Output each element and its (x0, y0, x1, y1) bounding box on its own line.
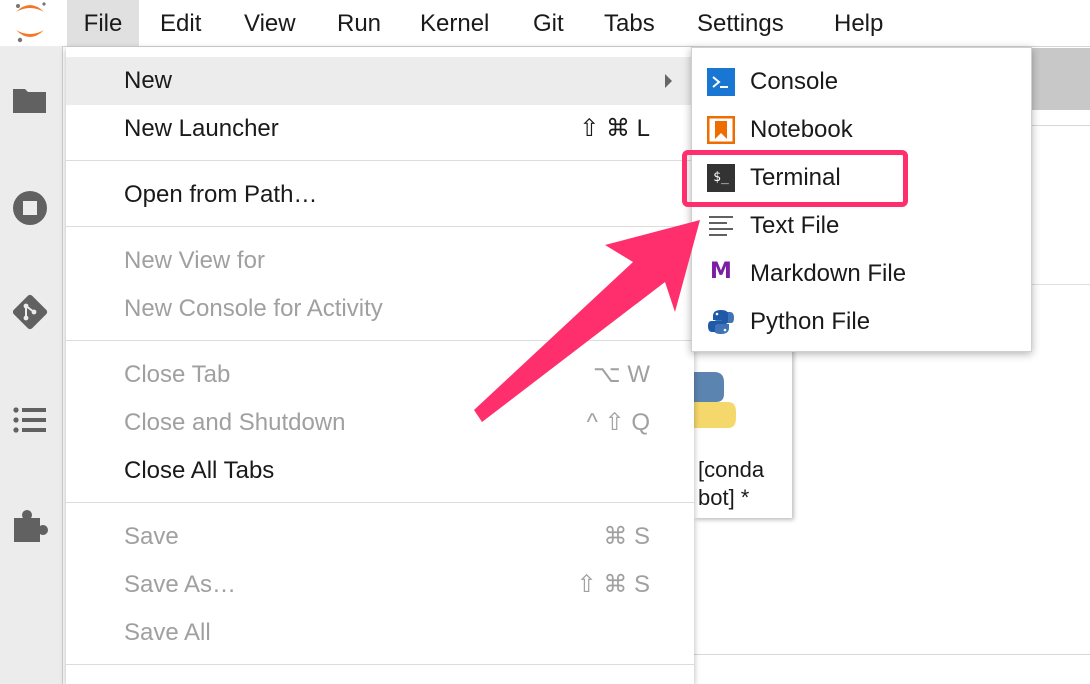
menu-item-label: Close All Tabs (124, 457, 275, 484)
menu-separator (66, 340, 694, 341)
terminal-highlight-box (682, 150, 908, 207)
menu-help[interactable]: Help (834, 0, 883, 46)
notebook-icon (707, 116, 735, 144)
menu-item-label: Save (124, 523, 179, 550)
submenu-item-label: Notebook (750, 116, 853, 143)
markdown-icon: M (710, 259, 732, 284)
menu-item-new[interactable]: New (66, 57, 694, 105)
submenu-item-label: Text File (750, 212, 840, 239)
menu-item-label: New View for (124, 247, 265, 274)
menu-item-label: Close and Shutdown (124, 409, 346, 436)
submenu-item-label: Python File (750, 308, 871, 335)
submenu-item-markdown-file[interactable]: M Markdown File (692, 250, 1031, 298)
menu-item-label: Close Tab (124, 361, 231, 388)
shortcut-label: ⌥ W (593, 361, 650, 388)
chevron-right-icon (665, 74, 672, 88)
menubar: File Edit View Run Kernel Git Tabs Setti… (0, 0, 1090, 47)
file-menu: New New Launcher ⇧ ⌘ L Open from Path… N… (66, 47, 694, 684)
menu-separator (66, 226, 694, 227)
python-icon (708, 310, 734, 334)
folder-icon[interactable] (10, 80, 50, 120)
stop-circle-icon[interactable] (10, 188, 50, 228)
menu-separator (66, 502, 694, 503)
menu-tabs[interactable]: Tabs (604, 0, 655, 46)
background-divider (1032, 125, 1090, 126)
menu-item-close-tab: Close Tab ⌥ W (66, 351, 694, 399)
shortcut-label: ⇧ ⌘ S (576, 571, 650, 598)
menu-item-new-label: New (124, 67, 173, 94)
shortcut-label: ^ ⇧ Q (586, 409, 650, 436)
menu-item-label: Open from Path… (124, 181, 318, 208)
menu-item-label: New Console for Activity (124, 295, 383, 322)
left-sidebar (0, 46, 63, 684)
menu-item-save-all: Save All (66, 609, 694, 657)
menu-kernel[interactable]: Kernel (420, 0, 489, 46)
menu-item-close-and-shutdown: Close and Shutdown ^ ⇧ Q (66, 399, 694, 447)
menu-item-label: New Launcher (124, 115, 279, 142)
menu-item-close-all-tabs[interactable]: Close All Tabs (66, 447, 694, 495)
shortcut-label: ⇧ ⌘ L (579, 115, 650, 142)
background-tab-bar (1032, 48, 1090, 110)
list-icon[interactable] (10, 400, 50, 440)
console-icon (707, 68, 735, 96)
submenu-item-label: Markdown File (750, 260, 907, 287)
puzzle-icon[interactable] (10, 506, 50, 546)
menu-run[interactable]: Run (337, 0, 381, 46)
menu-item-new-console-for-activity: New Console for Activity (66, 285, 694, 333)
launcher-kernel-card[interactable]: [conda bot] * (694, 340, 792, 518)
menu-settings[interactable]: Settings (697, 0, 784, 46)
menu-separator (66, 160, 694, 161)
menu-item-new-launcher[interactable]: New Launcher ⇧ ⌘ L (66, 105, 694, 153)
menu-item-open-from-path[interactable]: Open from Path… (66, 171, 694, 219)
menu-item-new-view-for: New View for (66, 237, 694, 285)
jupyter-logo-icon[interactable] (0, 0, 64, 46)
submenu-item-notebook[interactable]: Notebook (692, 106, 1031, 154)
python-logo-icon (694, 372, 736, 428)
menu-separator (66, 664, 694, 665)
submenu-item-label: Console (750, 68, 839, 95)
menu-item-save-as: Save As… ⇧ ⌘ S (66, 561, 694, 609)
menu-item-label: Save As… (124, 571, 237, 598)
shortcut-label: ⌘ S (603, 523, 650, 550)
kernel-card-label: [conda bot] * (698, 457, 765, 510)
submenu-item-python-file[interactable]: Python File (692, 298, 1031, 346)
submenu-item-text-file[interactable]: Text File (692, 202, 1031, 250)
background-divider (694, 654, 1090, 655)
menu-item-label: Save All (124, 619, 211, 646)
menu-file[interactable]: File (67, 0, 139, 46)
menu-git[interactable]: Git (533, 0, 564, 46)
menu-view[interactable]: View (244, 0, 296, 46)
text-file-icon (709, 216, 733, 236)
git-icon[interactable] (10, 292, 50, 332)
menu-edit[interactable]: Edit (160, 0, 201, 46)
submenu-item-console[interactable]: Console (692, 58, 1031, 106)
menu-item-save: Save ⌘ S (66, 513, 694, 561)
